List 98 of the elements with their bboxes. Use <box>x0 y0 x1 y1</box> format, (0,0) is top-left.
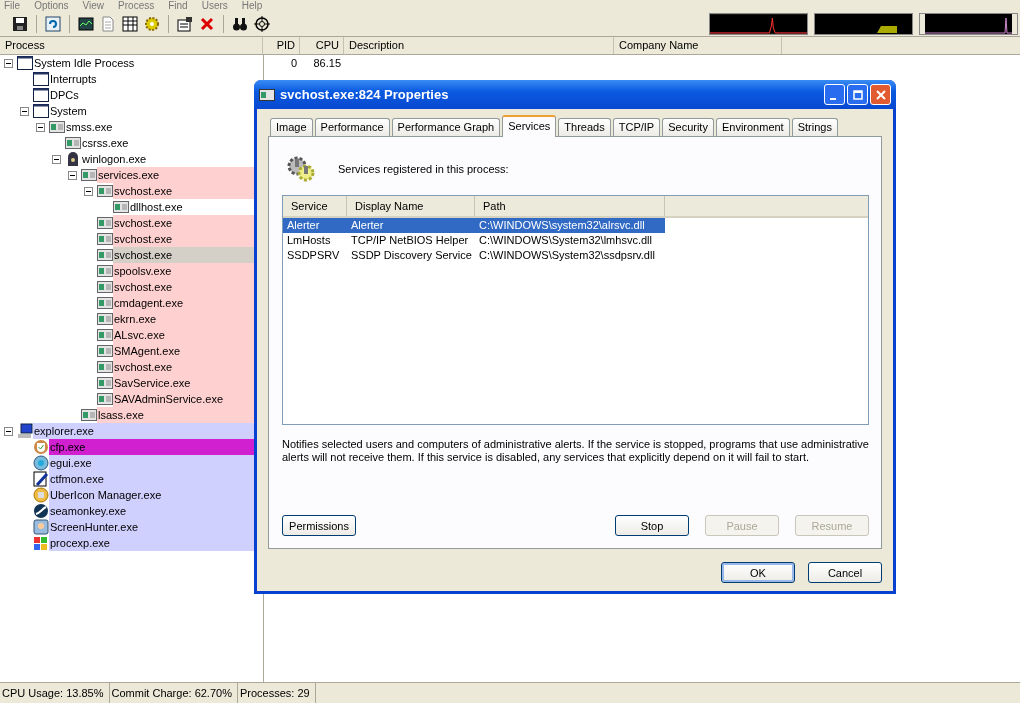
collapse-toggle[interactable] <box>4 426 13 436</box>
minimize-icon <box>830 97 836 100</box>
service-control-button[interactable]: Stop <box>615 515 689 536</box>
window-icon <box>33 71 49 87</box>
io-sparkline[interactable] <box>919 13 1018 35</box>
application-icon <box>113 199 129 215</box>
collapse-toggle[interactable] <box>52 154 61 164</box>
application-icon <box>97 311 113 327</box>
permissions-button[interactable]: Permissions <box>282 515 356 536</box>
tab[interactable]: Image <box>270 118 313 136</box>
column-header[interactable]: PID <box>263 37 300 54</box>
application-icon <box>81 407 97 423</box>
maximize-button[interactable] <box>847 84 868 105</box>
service-row[interactable]: SSDPSRV SSDP Discovery Service C:\WINDOWS\System32\ssdpsrv.dll <box>283 248 665 263</box>
memory-sparkline[interactable] <box>814 13 913 35</box>
dialog-button[interactable]: Cancel <box>808 562 882 583</box>
column-header[interactable]: Description <box>344 37 614 54</box>
application-icon <box>97 375 113 391</box>
swirl-icon <box>33 503 49 519</box>
squares-icon <box>33 535 49 551</box>
pid-value: 0 <box>290 57 297 69</box>
application-icon <box>49 119 65 135</box>
shield-icon <box>33 439 49 455</box>
maximize-icon <box>852 89 863 100</box>
disc-icon <box>33 455 49 471</box>
pen-icon <box>33 471 49 487</box>
tab[interactable]: Performance <box>314 118 390 136</box>
service-row[interactable]: Alerter Alerter C:\WINDOWS\system32\alrsvc.dll <box>283 218 665 233</box>
column-header[interactable]: Process <box>0 37 263 54</box>
window-icon <box>17 55 33 71</box>
collapse-toggle[interactable] <box>20 106 29 116</box>
dialog-button[interactable]: OK <box>721 562 795 583</box>
tab[interactable]: Services <box>502 115 557 137</box>
application-icon <box>81 167 97 183</box>
menu-item[interactable]: View <box>82 0 105 12</box>
application-icon <box>97 247 113 263</box>
service-description: Notifies selected users and computers of administrative alerts. If the service is stopped, programs that use administrative alerts will not receive them. If this service is disabled, any services that explicitly depend on it will fail to start. <box>282 438 869 464</box>
application-icon <box>97 343 113 359</box>
application-icon <box>97 279 113 295</box>
application-icon <box>97 391 113 407</box>
menu-item[interactable]: Process <box>118 0 155 12</box>
application-icon <box>97 231 113 247</box>
application-icon <box>97 183 113 199</box>
binoculars-icon[interactable] <box>232 16 248 32</box>
close-icon <box>875 89 886 100</box>
tab[interactable]: Security <box>662 118 714 136</box>
collapse-toggle[interactable] <box>36 122 45 132</box>
tab[interactable]: Environment <box>715 118 790 136</box>
cross-icon[interactable] <box>199 16 215 32</box>
menu-item[interactable]: File <box>4 0 21 12</box>
tab[interactable]: TCP/IP <box>612 118 661 136</box>
column-header[interactable]: Company Name <box>614 37 782 54</box>
column-header[interactable]: Service <box>283 196 347 216</box>
grid-icon[interactable] <box>122 16 138 32</box>
chart-window-icon[interactable] <box>78 16 94 32</box>
cpu-value: 86.15 <box>313 57 341 69</box>
application-icon <box>97 263 113 279</box>
application-icon <box>97 359 113 375</box>
save-icon[interactable] <box>12 16 28 32</box>
collapse-toggle[interactable] <box>84 186 93 196</box>
status-text: Processes: 29 <box>237 683 316 703</box>
monitor-icon <box>33 519 49 535</box>
minimize-button[interactable] <box>824 84 845 105</box>
application-icon <box>97 327 113 343</box>
menu-item[interactable]: Users <box>201 0 228 12</box>
panel-heading: Services registered in this process: <box>338 163 509 175</box>
menu-item[interactable]: Find <box>168 0 188 12</box>
service-row[interactable]: LmHosts TCP/IP NetBIOS Helper C:\WINDOWS\System32\lmhsvc.dll <box>283 233 665 248</box>
menu-item[interactable]: Help <box>241 0 263 12</box>
status-text: CPU Usage: 13.85% <box>0 683 110 703</box>
properties-icon[interactable] <box>177 16 193 32</box>
close-button[interactable] <box>870 84 891 105</box>
process-name[interactable]: System Idle Process <box>33 55 263 71</box>
tab[interactable]: Performance Graph <box>391 118 501 136</box>
column-header[interactable]: Path <box>475 196 665 216</box>
cpu-sparkline[interactable] <box>709 13 808 35</box>
gear-icon[interactable] <box>144 16 160 32</box>
tab[interactable]: Strings <box>791 118 838 136</box>
process-name[interactable]: Interrupts <box>49 71 263 87</box>
application-icon <box>259 86 275 103</box>
column-header[interactable]: CPU <box>300 37 344 54</box>
refresh-icon[interactable] <box>45 16 61 32</box>
application-icon <box>97 295 113 311</box>
window-icon <box>33 103 49 119</box>
column-header[interactable]: Display Name <box>347 196 475 216</box>
application-icon <box>65 135 81 151</box>
collapse-toggle[interactable] <box>68 170 77 180</box>
lock-icon <box>65 151 81 167</box>
window-title: svchost.exe:824 Properties <box>280 87 450 102</box>
tab[interactable]: Threads <box>558 118 611 136</box>
computer-icon <box>17 423 33 439</box>
collapse-toggle[interactable] <box>4 58 13 68</box>
smiley-icon <box>33 487 49 503</box>
crosshair-icon[interactable] <box>254 16 270 32</box>
menu-item[interactable]: Options <box>34 0 69 12</box>
window-icon <box>33 87 49 103</box>
status-text: Commit Charge: 62.70% <box>109 683 238 703</box>
application-icon <box>97 215 113 231</box>
